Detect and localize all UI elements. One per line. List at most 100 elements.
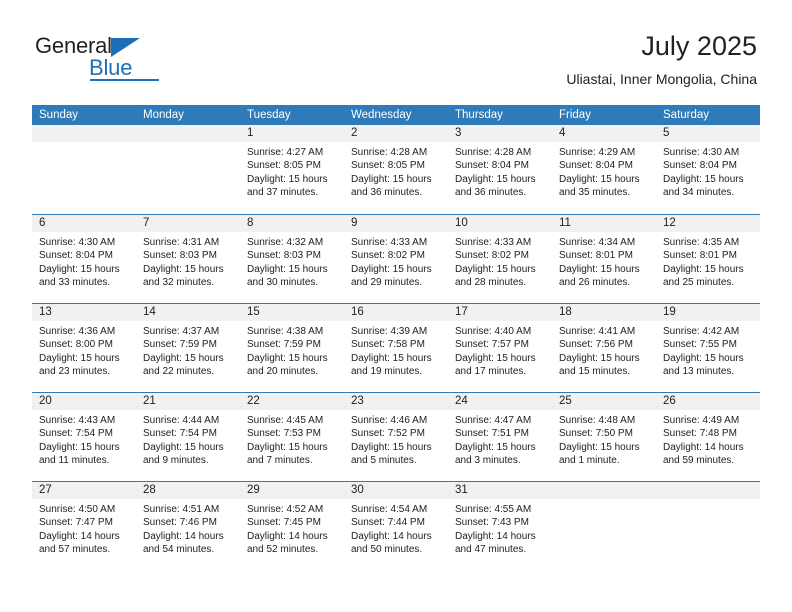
daylight-duration-line2: and 26 minutes.: [559, 276, 631, 288]
calendar-day-cell[interactable]: 14 Sunrise: 4:37 AM Sunset: 7:59 PM Dayligh…: [136, 304, 240, 392]
daylight-duration-line1: Daylight: 15 hours: [559, 441, 640, 453]
daylight-duration-line1: Daylight: 15 hours: [247, 352, 328, 364]
daylight-duration-line2: and 29 minutes.: [351, 276, 423, 288]
daylight-duration-line1: Daylight: 15 hours: [39, 263, 120, 275]
weekday-header-sunday: Sunday: [39, 109, 79, 121]
sunset-time: Sunset: 7:59 PM: [143, 339, 217, 351]
day-number: 11: [552, 215, 656, 232]
day-sun-info: Sunrise: 4:28 AM Sunset: 8:04 PM Daylight:…: [448, 142, 552, 199]
calendar-day-cell[interactable]: 9 Sunrise: 4:33 AM Sunset: 8:02 PM Daylight…: [344, 215, 448, 303]
daylight-duration-line2: and 52 minutes.: [247, 543, 319, 555]
calendar-day-cell[interactable]: 1 Sunrise: 4:27 AM Sunset: 8:05 PM Daylight…: [240, 125, 344, 214]
calendar-day-cell[interactable]: 24 Sunrise: 4:47 AM Sunset: 7:51 PM Dayligh…: [448, 393, 552, 481]
day-number: 1: [240, 125, 344, 142]
general-blue-logo: General Blue: [35, 34, 165, 81]
day-number: 19: [656, 304, 760, 321]
weekday-header-thursday: Thursday: [455, 109, 503, 121]
day-number: 6: [32, 215, 136, 232]
calendar-day-cell[interactable]: 3 Sunrise: 4:28 AM Sunset: 8:04 PM Daylight…: [448, 125, 552, 214]
calendar-day-cell[interactable]: 20 Sunrise: 4:43 AM Sunset: 7:54 PM Dayligh…: [32, 393, 136, 481]
daylight-duration-line2: and 13 minutes.: [663, 365, 735, 377]
day-sun-info: Sunrise: 4:41 AM Sunset: 7:56 PM Daylight:…: [552, 321, 656, 378]
logo-text-blue: Blue: [89, 55, 133, 80]
sunset-time: Sunset: 7:45 PM: [247, 517, 321, 529]
calendar-week-row: 27 Sunrise: 4:50 AM Sunset: 7:47 PM Dayligh…: [32, 481, 760, 570]
day-number: 3: [448, 125, 552, 142]
sunset-time: Sunset: 8:05 PM: [247, 160, 321, 172]
calendar-day-cell[interactable]: 13 Sunrise: 4:36 AM Sunset: 8:00 PM Dayligh…: [32, 304, 136, 392]
day-sun-info: Sunrise: 4:44 AM Sunset: 7:54 PM Daylight:…: [136, 410, 240, 467]
calendar-day-cell[interactable]: 22 Sunrise: 4:45 AM Sunset: 7:53 PM Dayligh…: [240, 393, 344, 481]
calendar-day-cell[interactable]: 16 Sunrise: 4:39 AM Sunset: 7:58 PM Dayligh…: [344, 304, 448, 392]
day-number: 16: [344, 304, 448, 321]
calendar-day-cell[interactable]: 30 Sunrise: 4:54 AM Sunset: 7:44 PM Dayligh…: [344, 482, 448, 570]
day-sun-info: Sunrise: 4:47 AM Sunset: 7:51 PM Daylight:…: [448, 410, 552, 467]
sunrise-time: Sunrise: 4:51 AM: [143, 504, 220, 515]
sunset-time: Sunset: 8:04 PM: [39, 250, 113, 262]
page-subtitle: Uliastai, Inner Mongolia, China: [566, 71, 757, 87]
calendar-day-cell[interactable]: 10 Sunrise: 4:33 AM Sunset: 8:02 PM Dayligh…: [448, 215, 552, 303]
daylight-duration-line2: and 15 minutes.: [559, 365, 631, 377]
sunset-time: Sunset: 8:02 PM: [455, 250, 529, 262]
day-number: 23: [344, 393, 448, 410]
calendar-day-cell[interactable]: 8 Sunrise: 4:32 AM Sunset: 8:03 PM Daylight…: [240, 215, 344, 303]
calendar-day-cell[interactable]: 18 Sunrise: 4:41 AM Sunset: 7:56 PM Dayligh…: [552, 304, 656, 392]
daylight-duration-line2: and 32 minutes.: [143, 276, 215, 288]
calendar-day-cell[interactable]: 12 Sunrise: 4:35 AM Sunset: 8:01 PM Dayligh…: [656, 215, 760, 303]
calendar-day-cell[interactable]: 23 Sunrise: 4:46 AM Sunset: 7:52 PM Dayligh…: [344, 393, 448, 481]
calendar-day-cell[interactable]: 31 Sunrise: 4:55 AM Sunset: 7:43 PM Dayligh…: [448, 482, 552, 570]
sunrise-time: Sunrise: 4:33 AM: [351, 237, 428, 248]
sunrise-time: Sunrise: 4:31 AM: [143, 237, 220, 248]
calendar-day-cell[interactable]: 19 Sunrise: 4:42 AM Sunset: 7:55 PM Dayligh…: [656, 304, 760, 392]
sunrise-time: Sunrise: 4:50 AM: [39, 504, 116, 515]
calendar-day-cell[interactable]: 15 Sunrise: 4:38 AM Sunset: 7:59 PM Dayligh…: [240, 304, 344, 392]
day-sun-info: Sunrise: 4:43 AM Sunset: 7:54 PM Daylight:…: [32, 410, 136, 467]
calendar-day-cell[interactable]: 26 Sunrise: 4:49 AM Sunset: 7:48 PM Dayligh…: [656, 393, 760, 481]
calendar-day-cell[interactable]: 29 Sunrise: 4:52 AM Sunset: 7:45 PM Dayligh…: [240, 482, 344, 570]
sunset-time: Sunset: 7:44 PM: [351, 517, 425, 529]
day-sun-info: Sunrise: 4:52 AM Sunset: 7:45 PM Daylight:…: [240, 499, 344, 556]
calendar-day-cell[interactable]: 28 Sunrise: 4:51 AM Sunset: 7:46 PM Dayligh…: [136, 482, 240, 570]
calendar-week-row: 1 Sunrise: 4:27 AM Sunset: 8:05 PM Daylight…: [32, 125, 760, 214]
day-sun-info: Sunrise: 4:28 AM Sunset: 8:05 PM Daylight:…: [344, 142, 448, 199]
sunset-time: Sunset: 7:48 PM: [663, 428, 737, 440]
daylight-duration-line2: and 22 minutes.: [143, 365, 215, 377]
calendar-week-row: 6 Sunrise: 4:30 AM Sunset: 8:04 PM Daylight…: [32, 214, 760, 303]
calendar-day-cell[interactable]: 21 Sunrise: 4:44 AM Sunset: 7:54 PM Dayligh…: [136, 393, 240, 481]
sunset-time: Sunset: 7:54 PM: [39, 428, 113, 440]
calendar-day-cell[interactable]: 5 Sunrise: 4:30 AM Sunset: 8:04 PM Daylight…: [656, 125, 760, 214]
daylight-duration-line2: and 57 minutes.: [39, 543, 111, 555]
day-sun-info: Sunrise: 4:39 AM Sunset: 7:58 PM Daylight:…: [344, 321, 448, 378]
day-number: 21: [136, 393, 240, 410]
sunrise-time: Sunrise: 4:40 AM: [455, 326, 532, 337]
day-sun-info: Sunrise: 4:27 AM Sunset: 8:05 PM Daylight:…: [240, 142, 344, 199]
calendar-day-cell[interactable]: 27 Sunrise: 4:50 AM Sunset: 7:47 PM Dayligh…: [32, 482, 136, 570]
calendar-day-cell-empty: [552, 482, 656, 570]
daylight-duration-line2: and 3 minutes.: [455, 454, 521, 466]
sunset-time: Sunset: 7:57 PM: [455, 339, 529, 351]
sunrise-time: Sunrise: 4:48 AM: [559, 415, 636, 426]
day-number: 24: [448, 393, 552, 410]
calendar-day-cell[interactable]: 7 Sunrise: 4:31 AM Sunset: 8:03 PM Daylight…: [136, 215, 240, 303]
sunrise-time: Sunrise: 4:33 AM: [455, 237, 532, 248]
calendar-grid: Sunday Monday Tuesday Wednesday Thursday…: [32, 105, 760, 570]
calendar-day-cell[interactable]: 2 Sunrise: 4:28 AM Sunset: 8:05 PM Daylight…: [344, 125, 448, 214]
sunrise-time: Sunrise: 4:27 AM: [247, 147, 324, 158]
calendar-day-cell[interactable]: 11 Sunrise: 4:34 AM Sunset: 8:01 PM Dayligh…: [552, 215, 656, 303]
daylight-duration-line2: and 28 minutes.: [455, 276, 527, 288]
weekday-header-wednesday: Wednesday: [351, 109, 412, 121]
day-sun-info: Sunrise: 4:36 AM Sunset: 8:00 PM Daylight:…: [32, 321, 136, 378]
sunset-time: Sunset: 7:52 PM: [351, 428, 425, 440]
day-sun-info: Sunrise: 4:37 AM Sunset: 7:59 PM Daylight:…: [136, 321, 240, 378]
daylight-duration-line1: Daylight: 15 hours: [143, 263, 224, 275]
calendar-day-cell[interactable]: 17 Sunrise: 4:40 AM Sunset: 7:57 PM Dayligh…: [448, 304, 552, 392]
calendar-day-cell[interactable]: 6 Sunrise: 4:30 AM Sunset: 8:04 PM Daylight…: [32, 215, 136, 303]
daylight-duration-line2: and 36 minutes.: [455, 186, 527, 198]
daylight-duration-line1: Daylight: 14 hours: [663, 441, 744, 453]
day-sun-info: Sunrise: 4:50 AM Sunset: 7:47 PM Daylight:…: [32, 499, 136, 556]
calendar-day-cell[interactable]: 25 Sunrise: 4:48 AM Sunset: 7:50 PM Dayligh…: [552, 393, 656, 481]
daylight-duration-line2: and 7 minutes.: [247, 454, 313, 466]
calendar-day-cell[interactable]: 4 Sunrise: 4:29 AM Sunset: 8:04 PM Daylight…: [552, 125, 656, 214]
sunrise-time: Sunrise: 4:29 AM: [559, 147, 636, 158]
daylight-duration-line2: and 35 minutes.: [559, 186, 631, 198]
